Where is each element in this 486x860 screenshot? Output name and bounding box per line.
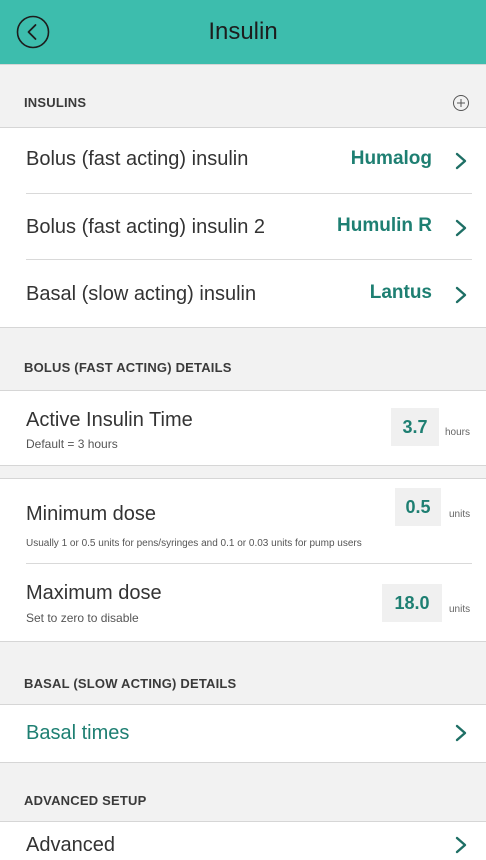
chevron-right-icon xyxy=(455,286,467,304)
add-insulin-icon[interactable] xyxy=(452,94,470,112)
advanced-row[interactable]: Advanced xyxy=(0,822,486,860)
basal-details-section-header: BASAL (SLOW ACTING) DETAILS xyxy=(0,641,486,705)
basal-times-row[interactable]: Basal times xyxy=(0,705,486,762)
row-label: Basal (slow acting) insulin xyxy=(26,283,257,305)
back-icon[interactable] xyxy=(16,15,50,49)
row-value: Humulin R xyxy=(337,215,432,236)
insulins-section-header: INSULINS xyxy=(0,64,486,128)
minimum-dose-input[interactable]: 0.5 xyxy=(395,488,441,526)
row-label: Advanced xyxy=(26,834,115,856)
active-insulin-time-input[interactable]: 3.7 xyxy=(391,408,439,446)
insulin-row-bolus[interactable]: Bolus (fast acting) insulin Humalog xyxy=(0,128,486,194)
row-sublabel: Default = 3 hours xyxy=(26,437,118,451)
row-label: Maximum dose xyxy=(26,582,162,604)
row-sublabel: Usually 1 or 0.5 units for pens/syringes… xyxy=(26,538,362,549)
row-sublabel: Set to zero to disable xyxy=(26,611,139,625)
insulin-row-basal[interactable]: Basal (slow acting) insulin Lantus xyxy=(0,260,486,327)
active-insulin-time-row: Active Insulin Time Default = 3 hours 3.… xyxy=(0,391,486,465)
row-label: Basal times xyxy=(26,722,130,744)
chevron-right-icon xyxy=(455,724,467,742)
unit-label: units xyxy=(449,604,471,615)
chevron-right-icon xyxy=(455,152,467,170)
row-label: Bolus (fast acting) insulin 2 xyxy=(26,216,266,238)
row-label: Bolus (fast acting) insulin xyxy=(26,148,249,170)
unit-label: hours xyxy=(445,427,471,438)
unit-label: units xyxy=(449,509,471,520)
section-title: BOLUS (FAST ACTING) DETAILS xyxy=(24,360,232,375)
maximum-dose-input[interactable]: 18.0 xyxy=(382,584,442,622)
chevron-right-icon xyxy=(455,836,467,854)
chevron-right-icon xyxy=(455,219,467,237)
app-header: Insulin xyxy=(0,0,486,64)
maximum-dose-row: Maximum dose Set to zero to disable 18.0… xyxy=(0,564,486,641)
row-label: Active Insulin Time xyxy=(26,409,193,431)
bolus-details-section-header: BOLUS (FAST ACTING) DETAILS xyxy=(0,327,486,391)
section-title: ADVANCED SETUP xyxy=(24,793,147,808)
advanced-setup-section-header: ADVANCED SETUP xyxy=(0,762,486,822)
row-value: Humalog xyxy=(350,148,432,169)
section-title: BASAL (SLOW ACTING) DETAILS xyxy=(24,676,237,691)
row-value: Lantus xyxy=(369,282,432,303)
minimum-dose-row: Minimum dose Usually 1 or 0.5 units for … xyxy=(0,479,486,564)
insulin-row-bolus-2[interactable]: Bolus (fast acting) insulin 2 Humulin R xyxy=(0,194,486,260)
page-title: Insulin xyxy=(208,18,278,45)
row-label: Minimum dose xyxy=(26,503,157,525)
section-gap xyxy=(0,465,486,479)
section-title: INSULINS xyxy=(24,95,87,110)
